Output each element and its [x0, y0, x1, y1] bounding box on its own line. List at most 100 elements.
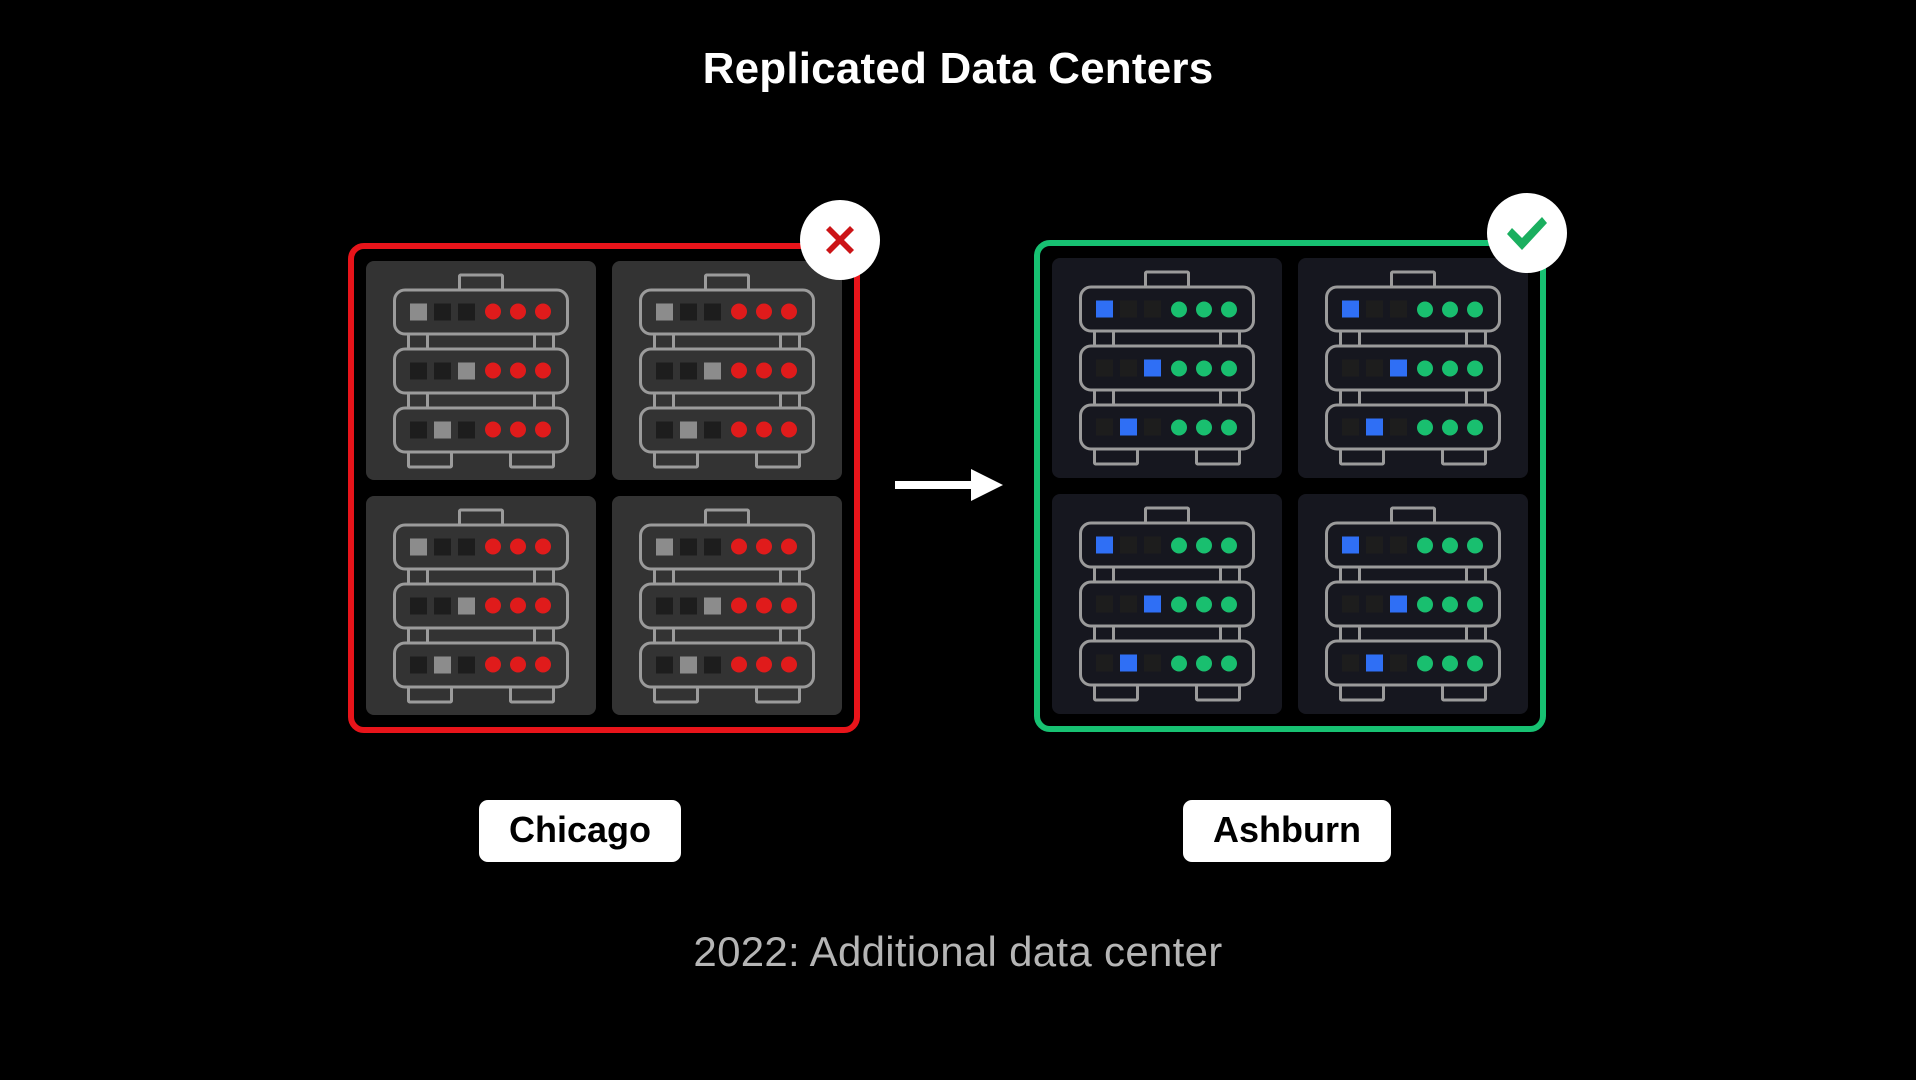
drive-bay	[434, 362, 451, 379]
status-led	[1467, 596, 1483, 612]
drive-bay	[1366, 595, 1383, 613]
status-led	[1196, 301, 1212, 317]
rack-connector	[1079, 332, 1255, 345]
status-led	[756, 303, 772, 320]
drive-bay-group	[1342, 536, 1407, 554]
rack-top-handle	[1144, 506, 1190, 522]
drive-bay	[1342, 654, 1359, 672]
server-unit	[639, 406, 815, 453]
drive-bay	[1144, 359, 1161, 377]
status-led	[1442, 360, 1458, 376]
drive-bay	[410, 362, 427, 379]
drive-bay	[1096, 595, 1113, 613]
status-led	[485, 421, 501, 438]
drive-bay	[1366, 359, 1383, 377]
cross-circle-icon	[800, 200, 880, 280]
drive-bay	[1096, 359, 1113, 377]
server-unit	[393, 523, 569, 570]
drive-bay	[680, 303, 697, 320]
status-led-group	[485, 656, 551, 673]
rack-top-handle	[1390, 270, 1436, 286]
drive-bay-group	[656, 656, 721, 673]
server-unit	[639, 641, 815, 688]
drive-bay-group	[1096, 536, 1161, 554]
server-rack	[1325, 270, 1501, 466]
drive-bay	[680, 421, 697, 438]
drive-bay	[656, 362, 673, 379]
drive-bay	[410, 538, 427, 555]
rack-top-handle	[458, 273, 504, 288]
drive-bay-group	[656, 303, 721, 320]
drive-bay	[1342, 595, 1359, 613]
status-led	[1467, 360, 1483, 376]
drive-bay	[1390, 654, 1407, 672]
status-led	[731, 538, 747, 555]
status-led	[535, 656, 551, 673]
drive-bay	[704, 362, 721, 379]
drive-bay	[1366, 300, 1383, 318]
drive-bay	[1342, 536, 1359, 554]
server-rack	[393, 508, 569, 703]
drive-bay	[434, 538, 451, 555]
status-led	[1467, 537, 1483, 553]
status-led	[1221, 596, 1237, 612]
status-led	[1196, 596, 1212, 612]
status-led-group	[485, 303, 551, 320]
status-led-group	[1171, 419, 1237, 435]
server-rack-tile	[1052, 494, 1282, 714]
drive-bay-group	[1096, 300, 1161, 318]
rack-connector	[639, 629, 815, 641]
status-led	[1417, 301, 1433, 317]
status-led-group	[1417, 419, 1483, 435]
rack-feet	[639, 688, 815, 703]
status-led	[510, 656, 526, 673]
server-rack-tile	[366, 496, 596, 715]
status-led-group	[731, 656, 797, 673]
server-unit	[1325, 521, 1501, 569]
drive-bay	[680, 362, 697, 379]
drive-bay-group	[410, 597, 475, 614]
rack-feet	[1325, 450, 1501, 466]
server-unit	[393, 406, 569, 453]
status-led	[510, 597, 526, 614]
status-led	[1417, 655, 1433, 671]
status-led	[731, 656, 747, 673]
drive-bay-group	[410, 362, 475, 379]
drive-bay	[1120, 418, 1137, 436]
drive-bay-group	[410, 421, 475, 438]
rack-connector	[639, 335, 815, 347]
rack-top-handle	[1144, 270, 1190, 286]
rack-connector	[1325, 568, 1501, 581]
server-unit	[393, 347, 569, 394]
drive-bay	[1144, 654, 1161, 672]
status-led	[781, 421, 797, 438]
drive-bay	[1366, 418, 1383, 436]
rack-feet	[1079, 450, 1255, 466]
drive-bay	[1390, 359, 1407, 377]
status-led-group	[1171, 301, 1237, 317]
drive-bay	[680, 538, 697, 555]
rack-connector	[393, 335, 569, 347]
drive-bay	[410, 421, 427, 438]
drive-bay-group	[1096, 418, 1161, 436]
status-led-group	[1417, 301, 1483, 317]
drive-bay	[1342, 418, 1359, 436]
drive-bay-group	[1342, 359, 1407, 377]
diagram-caption: 2022: Additional data center	[693, 928, 1223, 975]
status-led	[1442, 301, 1458, 317]
server-unit	[393, 288, 569, 335]
drive-bay-group	[1342, 300, 1407, 318]
status-led	[731, 597, 747, 614]
drive-bay	[1390, 595, 1407, 613]
drive-bay-group	[656, 538, 721, 555]
status-led	[485, 538, 501, 555]
rack-feet	[639, 453, 815, 468]
status-led-group	[1417, 360, 1483, 376]
server-unit	[1325, 580, 1501, 628]
status-led	[781, 362, 797, 379]
drive-bay	[1120, 654, 1137, 672]
server-unit	[1325, 403, 1501, 451]
status-led	[1442, 419, 1458, 435]
server-rack-tile	[1298, 494, 1528, 714]
diagram-canvas: Replicated Data Centers Chicago Ashburn …	[0, 0, 1916, 1080]
